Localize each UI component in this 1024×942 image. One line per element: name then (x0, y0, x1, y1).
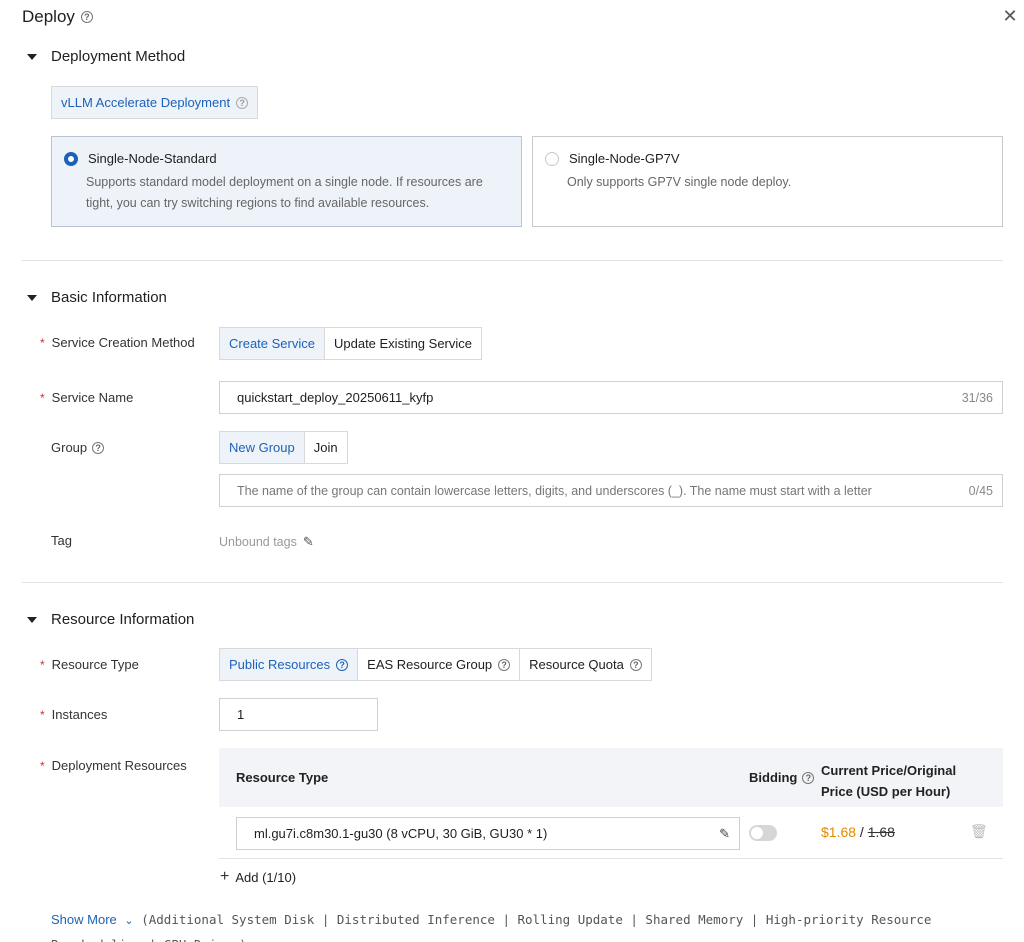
group-label: Group ? (51, 440, 105, 455)
option-card-single-node-gp7v[interactable]: Single-Node-GP7V Only supports GP7V sing… (532, 136, 1003, 227)
radio-unselected[interactable] (545, 151, 559, 166)
show-more-link[interactable]: Show More (51, 912, 117, 927)
tag-editor[interactable]: Unbound tags ✎ (219, 534, 314, 550)
question-circle-icon[interactable]: ? (336, 658, 349, 671)
char-counter: 31/36 (961, 390, 993, 405)
resource-spec-select[interactable]: ml.gu7i.c8m30.1-gu30 (8 vCPU, 30 GiB, GU… (236, 817, 740, 850)
instances-label: * Instances (40, 707, 108, 722)
question-circle-icon[interactable]: ? (498, 658, 511, 671)
option-description: Only supports GP7V single node deploy. (567, 175, 792, 189)
question-circle-icon[interactable]: ? (92, 441, 105, 454)
service-name-label: * Service Name (40, 390, 134, 405)
instances-value: 1 (237, 707, 245, 722)
deployment-resources-label: * Deployment Resources (40, 758, 187, 773)
instances-input[interactable]: 1 (219, 698, 378, 731)
page-title: Deploy (22, 7, 75, 26)
group-name-input[interactable]: The name of the group can contain lowerc… (219, 474, 1003, 507)
close-icon[interactable]: ✕ (1000, 6, 1020, 26)
group-segment: New Group Join (219, 431, 348, 464)
unbound-tags-text: Unbound tags (219, 535, 297, 549)
caret-down-icon[interactable] (27, 616, 37, 623)
group-name-placeholder: The name of the group can contain lowerc… (237, 483, 872, 498)
option-title: Single-Node-Standard (88, 151, 217, 166)
divider (22, 260, 1003, 261)
tag-label: Tag (51, 533, 72, 548)
question-circle-icon[interactable]: ? (236, 96, 249, 109)
bidding-toggle[interactable] (749, 825, 777, 841)
tab-label: vLLM Accelerate Deployment (61, 95, 231, 110)
section-heading: Deployment Method (51, 48, 186, 65)
resource-type-segment: Public Resources ? EAS Resource Group ? … (219, 648, 652, 681)
section-deployment-method[interactable]: Deployment Method (27, 48, 185, 65)
question-circle-icon[interactable]: ? (80, 11, 93, 23)
section-resource-information[interactable]: Resource Information (27, 611, 194, 628)
col-bidding: Bidding ? (749, 770, 815, 785)
tab-vllm-accelerate-deployment[interactable]: vLLM Accelerate Deployment ? (51, 86, 259, 119)
current-price: $1.68 (821, 824, 857, 840)
col-price: Current Price/Original Price (USD per Ho… (821, 763, 957, 799)
join-group-button[interactable]: Join (304, 431, 348, 464)
resource-spec-value: ml.gu7i.c8m30.1-gu30 (8 vCPU, 30 GiB, GU… (254, 826, 548, 841)
show-more-row: Show More ⌄ (Additional System Disk | Di… (51, 908, 1011, 942)
resource-quota-button[interactable]: Resource Quota ? (520, 648, 652, 681)
caret-down-icon[interactable] (27, 294, 37, 301)
col-resource-type: Resource Type (236, 770, 329, 785)
section-heading: Basic Information (51, 289, 167, 306)
service-name-value: quickstart_deploy_20250611_kyfp (237, 390, 434, 405)
section-basic-information[interactable]: Basic Information (27, 289, 167, 306)
option-title: Single-Node-GP7V (569, 151, 680, 166)
question-circle-icon[interactable]: ? (629, 658, 642, 671)
service-name-input[interactable]: quickstart_deploy_20250611_kyfp 31/36 (219, 381, 1003, 414)
section-heading: Resource Information (51, 611, 195, 628)
trash-icon[interactable]: 🗑 (970, 823, 988, 840)
service-creation-method-label: * Service Creation Method (40, 335, 195, 350)
radio-selected[interactable] (64, 151, 78, 166)
divider (22, 582, 1003, 583)
caret-down-icon[interactable] (27, 53, 37, 60)
update-existing-service-button[interactable]: Update Existing Service (324, 327, 482, 360)
create-service-button[interactable]: Create Service (219, 327, 325, 360)
chevron-down-icon[interactable]: ⌄ (124, 915, 133, 927)
price-separator: / (856, 824, 868, 840)
show-more-detail: (Additional System Disk | Distributed In… (51, 912, 932, 942)
public-resources-button[interactable]: Public Resources ? (219, 648, 359, 681)
add-label: Add (1/10) (235, 869, 297, 885)
plus-icon: + (220, 868, 230, 885)
add-resource-button[interactable]: + Add (1/10) (220, 868, 296, 886)
option-description: Supports standard model deployment on a … (86, 175, 483, 210)
eas-resource-group-button[interactable]: EAS Resource Group ? (358, 648, 521, 681)
original-price: 1.68 (867, 824, 895, 840)
edit-icon[interactable]: ✎ (719, 826, 730, 842)
service-creation-method-segment: Create Service Update Existing Service (219, 327, 482, 360)
edit-icon[interactable]: ✎ (303, 534, 314, 550)
resource-type-label: * Resource Type (40, 657, 139, 672)
page-title-row: Deploy ? (22, 7, 93, 27)
new-group-button[interactable]: New Group (219, 431, 305, 464)
char-counter: 0/45 (968, 483, 993, 498)
option-card-single-node-standard[interactable]: Single-Node-Standard Supports standard m… (51, 136, 522, 227)
question-circle-icon[interactable]: ? (802, 771, 815, 784)
price-cell: $1.68 / 1.68 (821, 824, 895, 840)
